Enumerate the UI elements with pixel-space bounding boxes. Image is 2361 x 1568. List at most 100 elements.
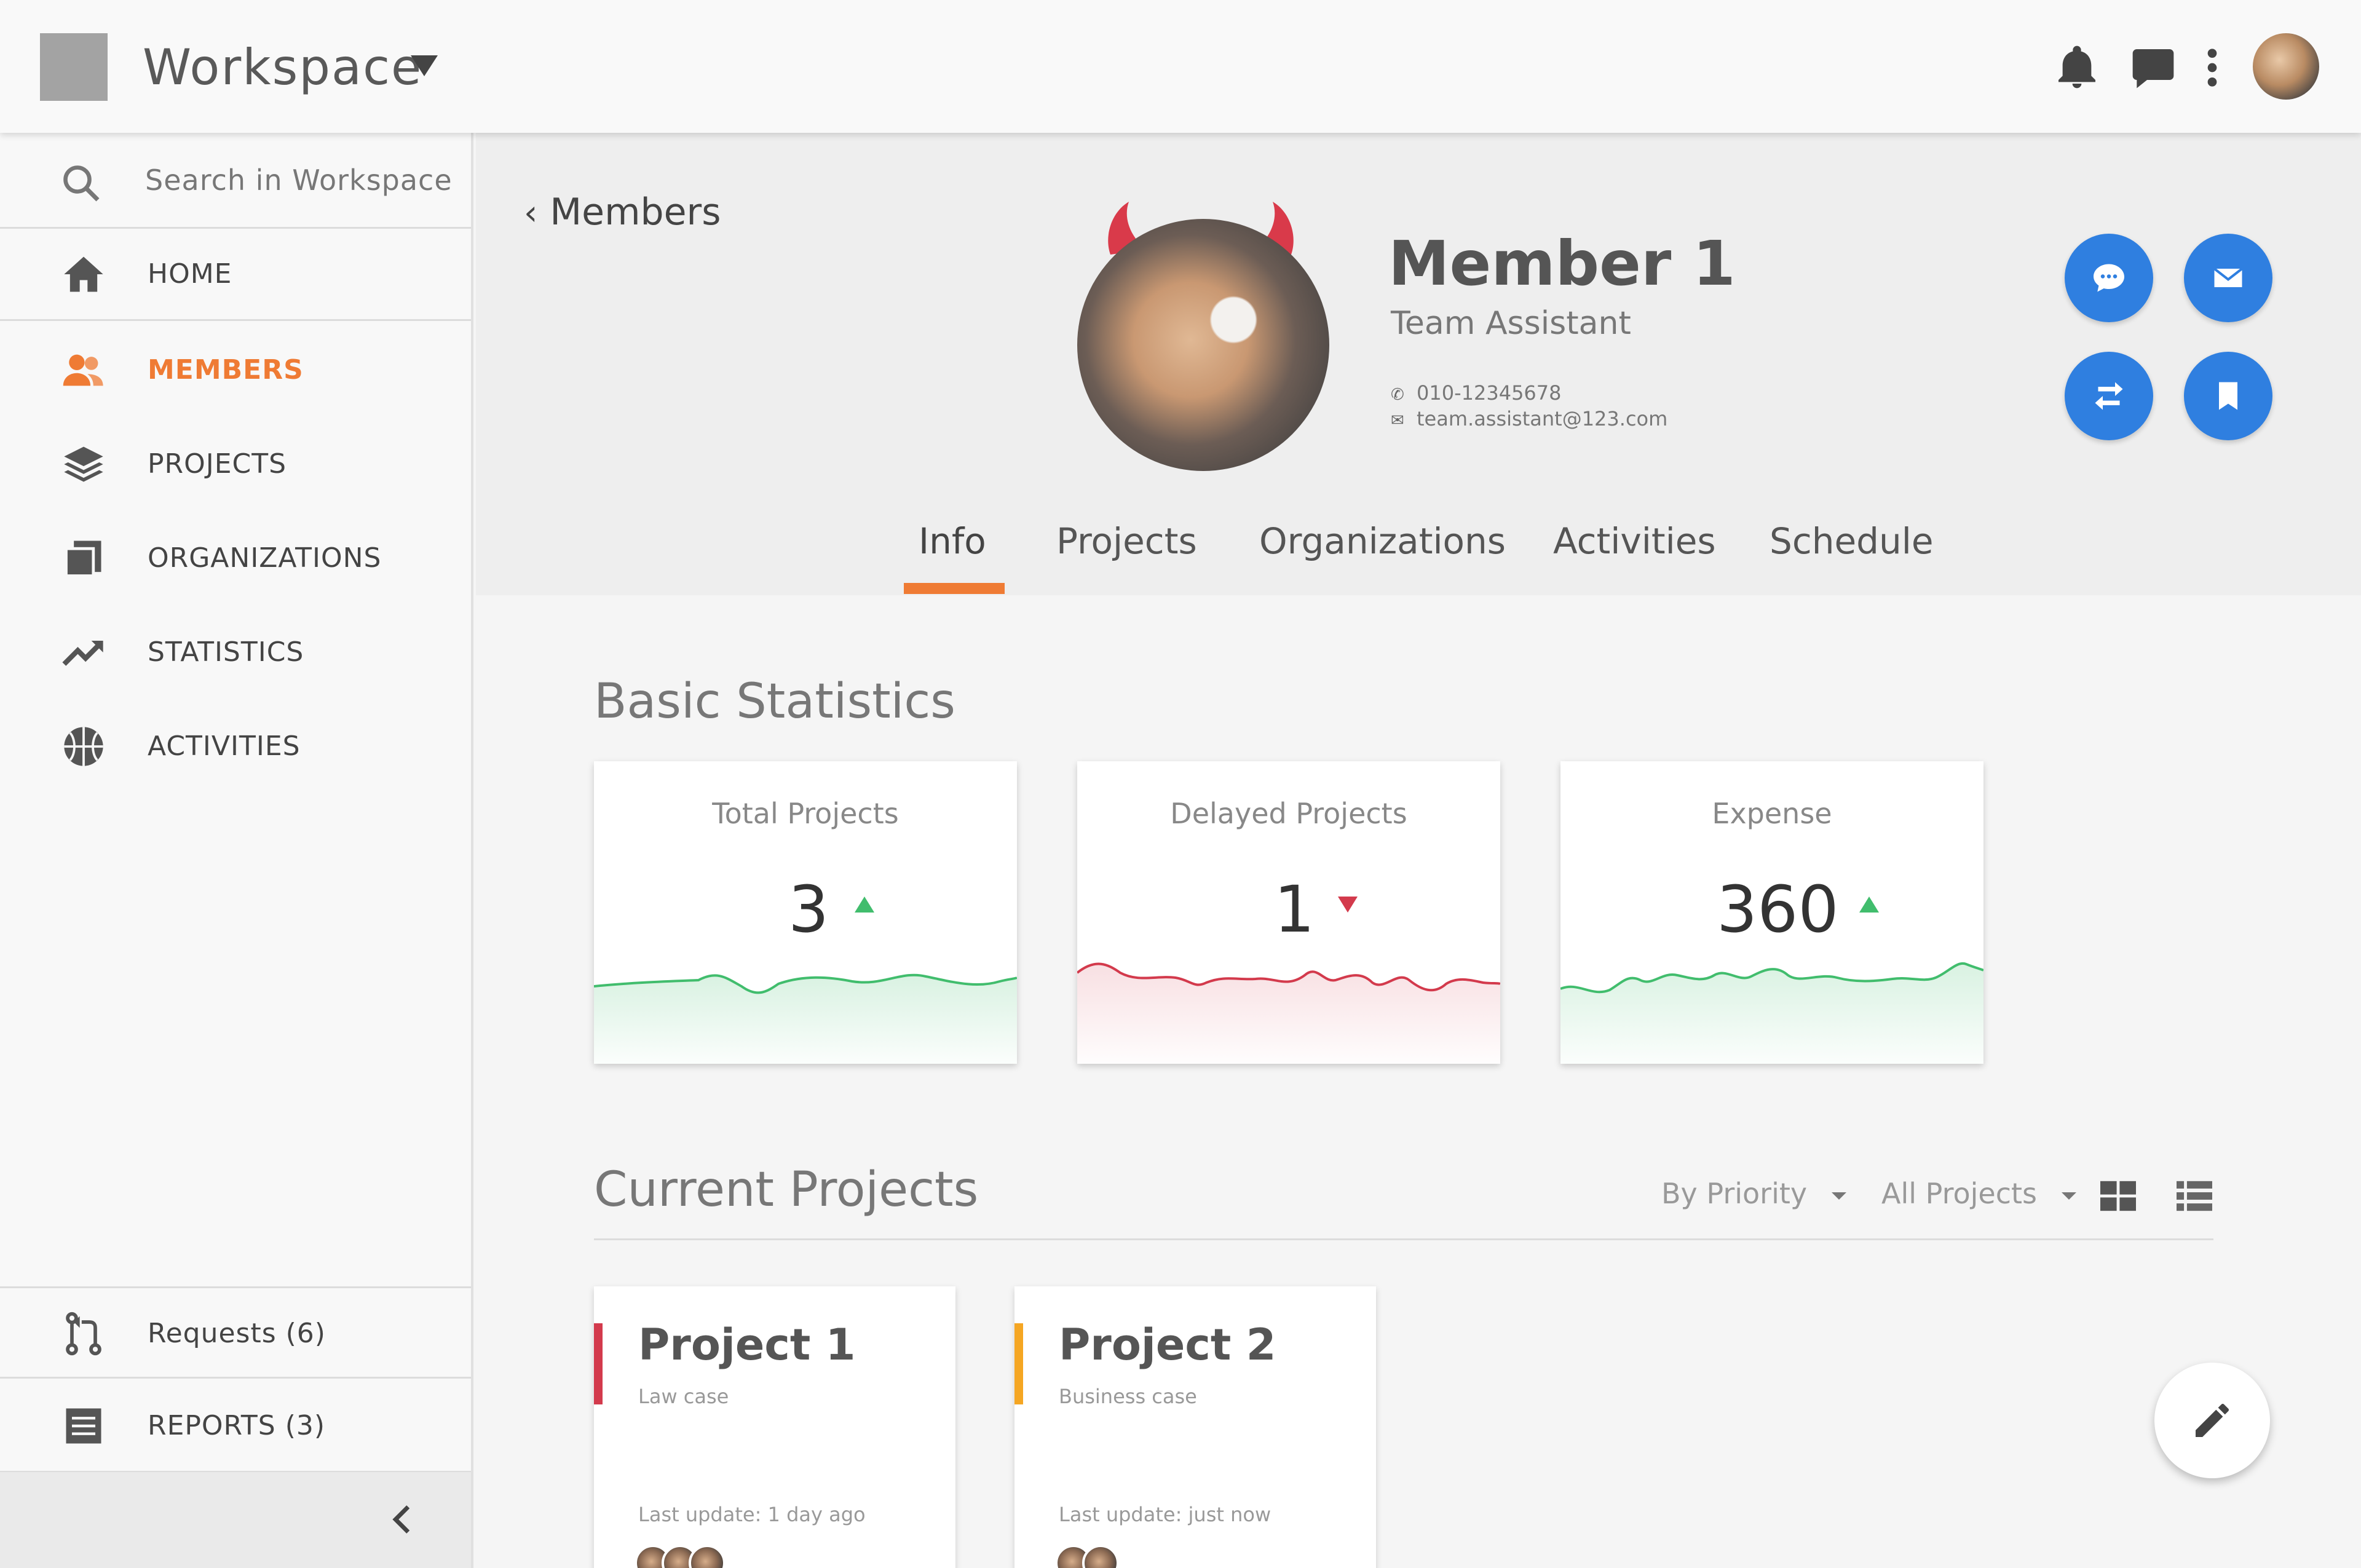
profile-avatar — [1077, 219, 1329, 471]
edit-fab-button[interactable] — [2154, 1363, 2270, 1478]
sidebar-item-members[interactable]: MEMBERS — [0, 325, 471, 417]
stat-card-delayed-projects: Delayed Projects 1 — [1077, 761, 1500, 1064]
top-bar: Workspace — [0, 0, 2361, 133]
collapse-sidebar-icon[interactable] — [381, 1498, 424, 1541]
search-icon — [59, 161, 103, 205]
member-name: Member 1 — [1388, 228, 1736, 299]
email-address: team.assistant@123.com — [1417, 407, 1668, 430]
trend-up-icon — [855, 897, 874, 913]
sidebar-item-reports[interactable]: REPORTS (3) — [0, 1380, 471, 1473]
sidebar-item-requests[interactable]: Requests (6) — [0, 1286, 471, 1379]
reports-icon — [60, 1403, 107, 1449]
sparkline-chart — [594, 973, 1017, 1064]
sidebar-item-activities[interactable]: ACTIVITIES — [0, 701, 471, 793]
project-card-2[interactable]: Project 2 Business case Last update: jus… — [1014, 1286, 1376, 1568]
caret-down-icon — [2062, 1192, 2076, 1200]
trend-down-icon — [1338, 897, 1358, 913]
sidebar-item-label: Requests (6) — [148, 1318, 326, 1349]
trend-up-icon — [1859, 897, 1879, 913]
sidebar-item-label: PROJECTS — [148, 448, 287, 480]
caret-down-icon — [1832, 1192, 1847, 1200]
bell-icon[interactable] — [2052, 43, 2102, 92]
sidebar-item-label: MEMBERS — [148, 354, 304, 386]
sort-dropdown[interactable]: By Priority — [1661, 1177, 1847, 1210]
pull-request-icon — [60, 1310, 107, 1357]
avatar — [1082, 1545, 1119, 1568]
envelope-icon — [2213, 267, 2243, 287]
message-button[interactable] — [2065, 234, 2153, 322]
project-last-update: Last update: 1 day ago — [638, 1503, 866, 1526]
phone-number: 010-12345678 — [1417, 381, 1562, 405]
current-projects-title: Current Projects — [594, 1162, 979, 1218]
workspace-title[interactable]: Workspace — [143, 37, 422, 98]
tab-organizations[interactable]: Organizations — [1259, 520, 1506, 562]
user-avatar[interactable] — [2253, 33, 2319, 100]
priority-stripe — [1014, 1323, 1023, 1404]
email-row: ✉ team.assistant@123.com — [1391, 407, 1667, 430]
project-name: Project 2 — [1059, 1320, 1276, 1370]
email-button[interactable] — [2184, 234, 2272, 322]
trending-icon — [60, 629, 107, 676]
avatar — [689, 1545, 726, 1568]
project-type: Law case — [638, 1385, 729, 1408]
project-card-1[interactable]: Project 1 Law case Last update: 1 day ag… — [594, 1286, 955, 1568]
more-vertical-icon[interactable] — [2188, 43, 2237, 92]
sidebar-item-home[interactable]: HOME — [0, 229, 471, 321]
chevron-left-icon: ‹ — [524, 193, 538, 233]
back-link-label: Members — [550, 191, 721, 234]
workspace-logo — [40, 33, 108, 101]
organizations-icon — [60, 535, 107, 582]
phone-icon: ✆ — [1391, 386, 1404, 404]
scope-dropdown[interactable]: All Projects — [1881, 1177, 2076, 1210]
sidebar-item-organizations[interactable]: ORGANIZATIONS — [0, 513, 471, 605]
stat-card-expense: Expense 360 — [1560, 761, 1983, 1064]
stat-label: Total Projects — [712, 797, 899, 830]
stat-value: 3 — [788, 872, 829, 947]
stat-card-total-projects: Total Projects 3 — [594, 761, 1017, 1064]
sort-dropdown-label: By Priority — [1661, 1177, 1808, 1210]
sidebar: Search in Workspace HOME MEMBERS PROJECT… — [0, 133, 473, 1568]
grid-view-icon[interactable] — [2100, 1181, 2136, 1211]
sparkline-chart — [1077, 962, 1500, 1064]
layers-icon — [60, 441, 107, 488]
sidebar-item-label: ACTIVITIES — [148, 731, 301, 762]
workspace-dropdown-icon[interactable] — [411, 55, 438, 76]
phone-row: ✆ 010-12345678 — [1391, 381, 1562, 405]
list-view-icon[interactable] — [2177, 1181, 2212, 1211]
tab-schedule[interactable]: Schedule — [1770, 520, 1934, 562]
bookmark-button[interactable] — [2184, 352, 2272, 440]
chat-icon[interactable] — [2129, 43, 2178, 92]
project-type: Business case — [1059, 1385, 1197, 1408]
stat-label: Delayed Projects — [1170, 797, 1407, 830]
stat-label: Expense — [1712, 797, 1832, 830]
sidebar-footer — [0, 1472, 471, 1568]
pencil-icon — [2196, 1404, 2229, 1437]
home-icon — [60, 251, 107, 298]
sparkline-chart — [1560, 962, 1983, 1064]
sidebar-item-label: STATISTICS — [148, 636, 304, 668]
stat-value: 1 — [1274, 872, 1315, 947]
bookmark-icon — [2219, 382, 2237, 410]
tab-info[interactable]: Info — [919, 520, 986, 562]
sidebar-item-label: ORGANIZATIONS — [148, 542, 382, 574]
transfer-button[interactable] — [2065, 352, 2153, 440]
mail-icon: ✉ — [1391, 411, 1404, 430]
project-last-update: Last update: just now — [1059, 1503, 1271, 1526]
stat-value: 360 — [1717, 872, 1839, 947]
members-icon — [60, 347, 107, 394]
sidebar-item-statistics[interactable]: STATISTICS — [0, 607, 471, 699]
basketball-icon — [60, 723, 107, 770]
member-role: Team Assistant — [1391, 305, 1631, 342]
sidebar-item-label: HOME — [148, 258, 232, 290]
tab-projects[interactable]: Projects — [1056, 520, 1197, 562]
swap-arrows-icon — [2095, 382, 2123, 410]
sidebar-item-label: REPORTS (3) — [148, 1410, 326, 1441]
project-name: Project 1 — [638, 1320, 856, 1370]
back-to-members-link[interactable]: ‹ Members — [524, 191, 721, 234]
tab-activities[interactable]: Activities — [1553, 520, 1716, 562]
scope-dropdown-label: All Projects — [1881, 1177, 2037, 1210]
chat-bubble-icon — [2094, 264, 2124, 292]
sidebar-item-projects[interactable]: PROJECTS — [0, 419, 471, 511]
active-tab-indicator — [904, 583, 1005, 594]
search-input[interactable]: Search in Workspace — [0, 133, 471, 229]
